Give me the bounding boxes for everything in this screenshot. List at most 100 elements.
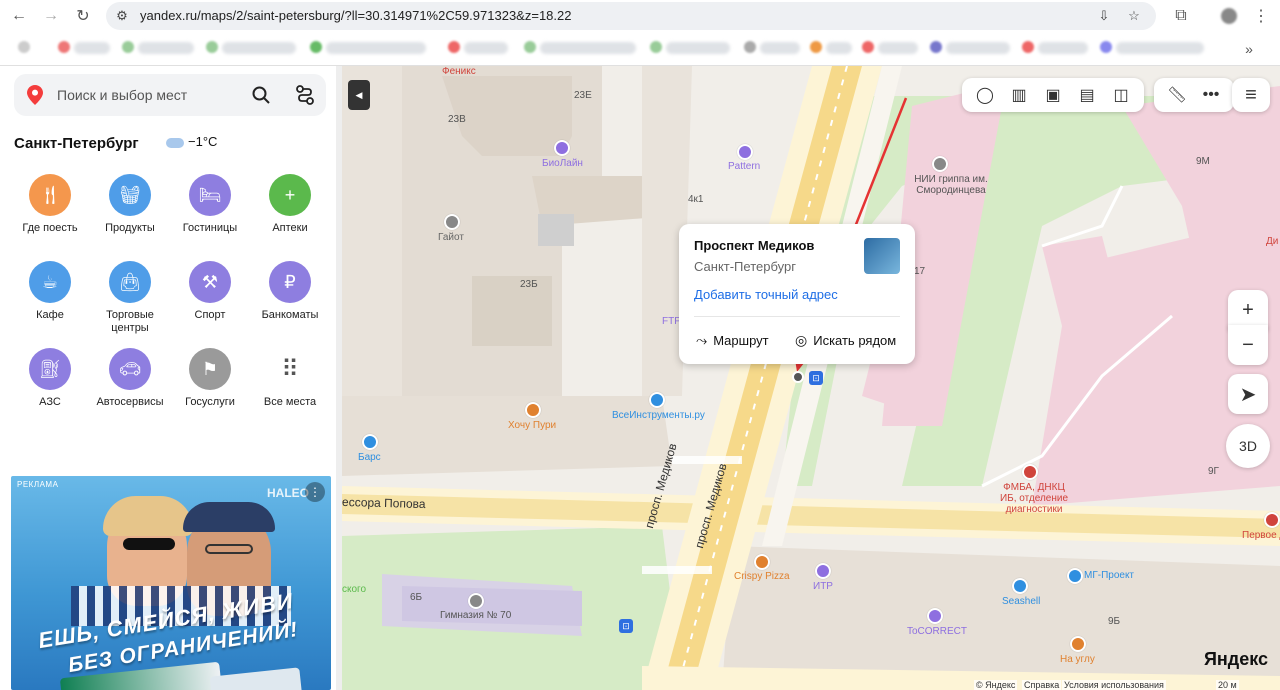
poi-label[interactable]: ИТР (813, 581, 833, 592)
map-canvas[interactable]: ◀ 23Е 23В 4к1 23Б 17 9М 9Г 6Б 9Б ессора … (342, 66, 1280, 690)
address-bar[interactable]: ⚙ yandex.ru/maps/2/saint-petersburg/?ll=… (106, 2, 1156, 30)
poi-label[interactable]: НИИ гриппа им. Смородинцева (906, 174, 996, 196)
bookmark-favicon[interactable] (1022, 41, 1034, 53)
category-cup[interactable]: ☕︎ Кафе (10, 261, 90, 322)
bookmark-item[interactable] (666, 42, 730, 54)
bookmark-favicon[interactable] (310, 41, 322, 53)
poi-pin-icon[interactable] (1012, 578, 1028, 594)
poi-pin-icon[interactable] (525, 402, 541, 418)
poi-label[interactable]: На углу (1060, 654, 1095, 665)
poi-pin-icon[interactable] (444, 214, 460, 230)
main-menu-icon[interactable]: ≡ (1232, 78, 1270, 112)
ad-banner[interactable]: РЕКЛАМА HALEO ⋮ ЕШЬ, СМЕЙСЯ, ЖИВИ БЕЗ ОГ… (11, 476, 331, 690)
panorama-icon[interactable]: ◯ (968, 78, 1002, 112)
bookmark-item[interactable] (878, 42, 918, 54)
poi-label[interactable]: МГ-Проект (1084, 570, 1134, 581)
bookmark-favicon[interactable] (1100, 41, 1112, 53)
bookmark-item[interactable] (326, 42, 426, 54)
install-icon[interactable]: ⇩ (1096, 8, 1112, 24)
poi-label[interactable]: ToCORRECT (907, 626, 967, 637)
category-ruble[interactable]: ₽ Банкоматы (250, 261, 330, 322)
reload-icon[interactable]: ↻ (72, 5, 94, 27)
bookmark-item[interactable] (464, 42, 508, 54)
bookmark-item[interactable] (540, 42, 636, 54)
search-icon[interactable] (252, 86, 270, 104)
copyright-text[interactable]: © Яндекс (974, 680, 1018, 690)
poi-label[interactable]: ского (342, 584, 366, 595)
bookmark-item[interactable] (138, 42, 194, 54)
bookmark-favicon[interactable] (862, 41, 874, 53)
bookmark-item[interactable] (760, 42, 800, 54)
bookmark-favicon[interactable] (744, 41, 756, 53)
poi-label[interactable]: Crispy Pizza (734, 571, 790, 582)
poi-label[interactable]: БиоЛайн (542, 158, 583, 169)
geolocation-icon[interactable]: ➤ (1228, 374, 1268, 414)
poi-pin-icon[interactable] (1067, 568, 1083, 584)
collapse-sidebar-button[interactable]: ◀ (348, 80, 370, 110)
more-icon[interactable]: ••• (1194, 78, 1228, 112)
poi-pin-icon[interactable] (932, 156, 948, 172)
terms-link[interactable]: Условия использования (1062, 680, 1166, 690)
zoom-out-button[interactable]: − (1228, 325, 1268, 365)
add-address-link[interactable]: Добавить точный адрес (694, 287, 838, 302)
search-box[interactable]: Поиск и выбор мест (14, 74, 326, 116)
poi-label[interactable]: Seashell (1002, 596, 1040, 607)
bookmark-favicon[interactable] (448, 41, 460, 53)
poi-label[interactable]: Pattern (728, 161, 760, 172)
poi-pin-icon[interactable] (649, 392, 665, 408)
category-bed[interactable]: 🛏︎ Гостиницы (170, 174, 250, 235)
poi-label[interactable]: ФМБА, ДНКЦ ИБ, отделение диагностики (994, 482, 1074, 515)
poi-pin-icon[interactable] (754, 554, 770, 570)
category-bag[interactable]: 👜︎ Торговые центры (90, 261, 170, 335)
category-dumbbell[interactable]: ⚒︎ Спорт (170, 261, 250, 322)
3d-button[interactable]: 3D (1226, 424, 1270, 468)
category-grid[interactable]: ⠿ Все места (250, 348, 330, 409)
poi-label[interactable]: ВсеИнструменты.ру (612, 410, 705, 421)
category-flag[interactable]: ⚑ Госуслуги (170, 348, 250, 409)
bookmark-item[interactable] (1038, 42, 1088, 54)
bookmark-item[interactable] (74, 42, 110, 54)
poi-label[interactable]: Гимназия № 70 (440, 610, 511, 621)
poi-pin-icon[interactable] (468, 593, 484, 609)
poi-label[interactable]: Гайот (438, 232, 464, 243)
ruler-icon[interactable]: 📏︎ (1160, 78, 1194, 112)
bookmark-favicon[interactable] (524, 41, 536, 53)
poi-label[interactable]: Барс (358, 452, 381, 463)
bookmark-favicon[interactable] (122, 41, 134, 53)
poi-label[interactable]: Феникс (442, 66, 476, 77)
browser-menu-icon[interactable]: ⋮ (1250, 5, 1272, 27)
photo-camera-icon[interactable]: ▣ (1036, 78, 1070, 112)
poi-label[interactable]: FTF (662, 316, 680, 327)
bookmark-favicon[interactable] (58, 41, 70, 53)
zoom-in-button[interactable]: + (1228, 290, 1268, 330)
bookmark-item[interactable] (946, 42, 1010, 54)
search-input[interactable]: Поиск и выбор мест (57, 87, 187, 103)
apps-icon[interactable] (18, 41, 30, 53)
bookmark-item[interactable] (826, 42, 852, 54)
street-thumbnail[interactable] (864, 238, 900, 274)
category-car[interactable]: 🚗︎ Автосервисы (90, 348, 170, 409)
poi-pin-icon[interactable] (554, 140, 570, 156)
category-fork-knife[interactable]: 🍴︎ Где поесть (10, 174, 90, 235)
category-plus[interactable]: + Аптеки (250, 174, 330, 235)
poi-pin-icon[interactable] (362, 434, 378, 450)
category-fuel[interactable]: ⛽︎ АЗС (10, 348, 90, 409)
city-name[interactable]: Санкт-Петербург (14, 135, 139, 152)
forward-icon[interactable]: → (40, 5, 62, 27)
poi-pin-icon[interactable] (1022, 464, 1038, 480)
extensions-icon[interactable]: ⧉ (1170, 5, 1192, 27)
ad-menu-icon[interactable]: ⋮ (305, 482, 325, 502)
bus-stop-icon[interactable]: ⊡ (619, 619, 633, 633)
search-nearby-button[interactable]: ◎ Искать рядом (795, 332, 896, 349)
bookmark-star-icon[interactable]: ☆ (1126, 8, 1142, 24)
bookmark-favicon[interactable] (810, 41, 822, 53)
poi-pin-icon[interactable] (927, 608, 943, 624)
profile-avatar[interactable] (1218, 5, 1240, 27)
selected-point-marker[interactable] (792, 371, 804, 383)
poi-label[interactable]: Хочу Пури (508, 420, 556, 431)
poi-pin-icon[interactable] (737, 144, 753, 160)
map-layers-icon[interactable]: ▥ (1002, 78, 1036, 112)
bookmark-item[interactable] (1116, 42, 1204, 54)
poi-pin-icon[interactable] (1070, 636, 1086, 652)
bookmark-favicon[interactable] (206, 41, 218, 53)
